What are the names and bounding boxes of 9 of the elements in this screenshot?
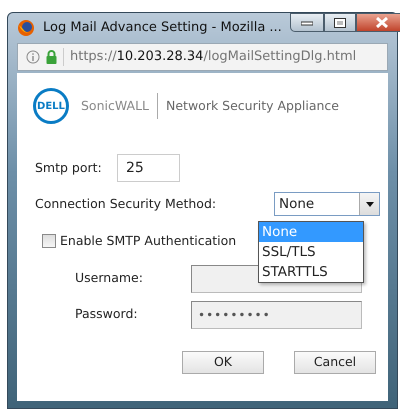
smtp-port-label: Smtp port: (35, 158, 103, 177)
brand-name: SonicWALL (81, 96, 150, 115)
window-title: Log Mail Advance Setting - Mozilla ... (43, 19, 282, 38)
product-name: Network Security Appliance (166, 96, 339, 115)
username-label: Username: (75, 269, 144, 288)
checkbox-label: Enable SMTP Authentication (60, 232, 236, 250)
company-logo: DELL (33, 88, 69, 124)
connection-security-label: Connection Security Method: (35, 194, 218, 213)
password-label: Password: (75, 305, 139, 324)
